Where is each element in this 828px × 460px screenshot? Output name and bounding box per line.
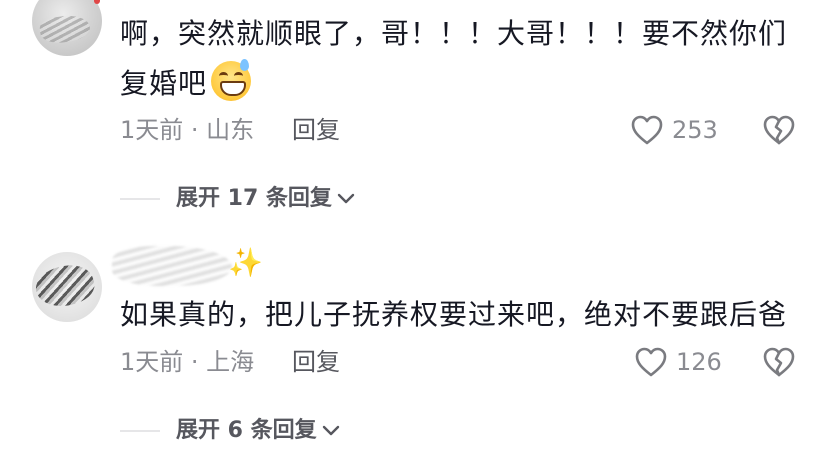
expand-replies-label: 展开 6 条回复 (176, 418, 317, 443)
comment-text-line: 如果真的，把儿子抚养权要过来吧，绝对不要跟后爸 (120, 298, 788, 331)
divider-line (120, 430, 160, 432)
broken-heart-icon (763, 347, 795, 377)
avatar[interactable] (32, 252, 102, 322)
dislike-button[interactable] (762, 346, 796, 382)
sparkle-badge-icon: ✨ (228, 246, 263, 279)
chevron-down-icon (322, 425, 339, 436)
username-redacted[interactable] (112, 246, 232, 286)
reply-button[interactable]: 回复 (292, 347, 340, 377)
like-count: 126 (676, 348, 722, 376)
comment-item: ✨ 如果真的，把儿子抚养权要过来吧，绝对不要跟后爸 1天前 · 上海 回复 12… (0, 0, 828, 460)
heart-icon (635, 347, 667, 377)
comment-meta: 1天前 · 上海 (120, 348, 255, 376)
avatar-image (32, 258, 99, 314)
expand-replies-button[interactable]: 展开 6 条回复 (120, 416, 341, 446)
like-button[interactable]: 126 (634, 346, 722, 378)
comment-text: 如果真的，把儿子抚养权要过来吧，绝对不要跟后爸 (120, 290, 810, 340)
